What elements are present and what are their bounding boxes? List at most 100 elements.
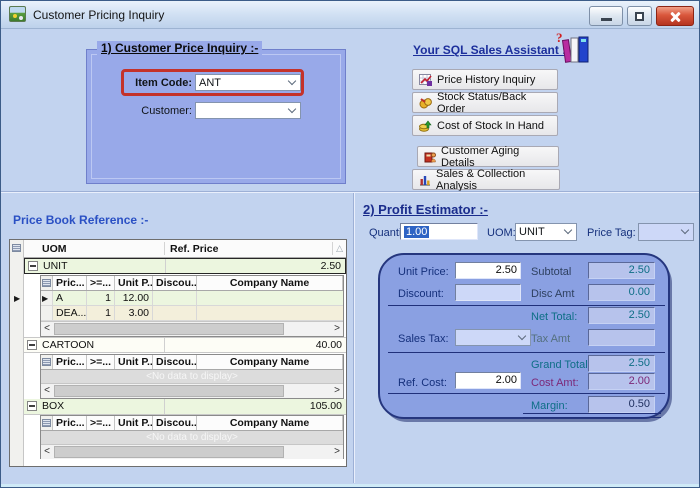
disc-amt-label: Disc Amt (531, 288, 574, 300)
grand-total-label: Grand Total: (531, 359, 591, 371)
collapse-icon[interactable] (28, 261, 38, 271)
tax-amt-label: Tax Amt (531, 333, 570, 345)
table-row[interactable]: ▶ A 1 12.00 (41, 291, 343, 306)
cell-unit-price: 3.00 (115, 306, 153, 320)
sales-assistant-title: Your SQL Sales Assistant :- (413, 43, 570, 57)
horizontal-scrollbar[interactable]: < > (41, 444, 343, 459)
minimize-button[interactable] (589, 6, 623, 26)
inquiry-panel-title: 1) Customer Price Inquiry :- (97, 41, 262, 55)
group-ref-price-value: 2.50 (321, 260, 341, 272)
grid-properties-icon[interactable] (42, 358, 51, 366)
profit-estimator-title: 2) Profit Estimator :- (363, 202, 488, 217)
chevron-down-icon (681, 226, 689, 234)
cell-price-tag: A (53, 291, 87, 305)
cost-of-stock-label: Cost of Stock In Hand (437, 120, 544, 132)
price-tag-column-header[interactable]: Pric... (53, 355, 87, 369)
qty-column-header[interactable]: >=... (87, 355, 115, 369)
subgrid-header-row: Pric... >=... Unit P... Discou... Compan… (41, 276, 343, 291)
price-tag-dropdown[interactable] (638, 223, 694, 241)
cell-company (197, 291, 343, 305)
cartoon-subgrid: Pric... >=... Unit P... Discou... Compan… (40, 354, 344, 399)
grid-properties-icon[interactable] (42, 419, 51, 427)
chevron-down-icon (288, 104, 296, 112)
cell-price-tag: DEA... (53, 306, 87, 320)
price-tag-column-header[interactable]: Pric... (53, 276, 87, 290)
cell-discount (153, 306, 197, 320)
sort-ascending-icon[interactable]: △ (336, 243, 343, 254)
discount-column-header[interactable]: Discou... (153, 355, 197, 369)
scroll-left-icon[interactable]: < (41, 322, 53, 336)
sales-tax-dropdown[interactable] (455, 329, 531, 346)
chevron-down-icon (518, 331, 526, 339)
minimize-icon (601, 18, 612, 21)
net-total-field: 2.50 (588, 307, 655, 324)
discount-input[interactable] (455, 284, 521, 301)
svg-text:?: ? (556, 30, 563, 45)
unit-price-column-header[interactable]: Unit P... (115, 416, 153, 430)
scroll-right-icon[interactable]: > (331, 384, 343, 398)
window-bottom-border (1, 484, 699, 487)
title-bar: Customer Pricing Inquiry (1, 1, 699, 29)
cost-of-stock-button[interactable]: Cost of Stock In Hand (412, 115, 558, 136)
scrollbar-thumb[interactable] (54, 446, 284, 458)
price-history-inquiry-button[interactable]: Price History Inquiry (412, 69, 558, 90)
company-name-column-header[interactable]: Company Name (197, 276, 343, 290)
scroll-left-icon[interactable]: < (41, 445, 53, 459)
maximize-icon (635, 12, 644, 21)
unit-price-input[interactable]: 2.50 (455, 262, 521, 279)
price-book-title: Price Book Reference :- (13, 213, 148, 227)
scroll-left-icon[interactable]: < (41, 384, 53, 398)
maximize-button[interactable] (627, 6, 652, 26)
grid-properties-icon[interactable] (12, 244, 21, 252)
collapse-icon[interactable] (27, 401, 37, 411)
vertical-divider (353, 193, 355, 483)
help-books-icon: ? (554, 30, 594, 64)
scroll-right-icon[interactable]: > (331, 322, 343, 336)
margin-label: Margin: (531, 400, 568, 412)
company-name-column-header[interactable]: Company Name (197, 355, 343, 369)
app-icon (9, 6, 26, 22)
qty-column-header[interactable]: >=... (87, 416, 115, 430)
scrollbar-thumb[interactable] (54, 323, 284, 335)
group-row-box[interactable]: BOX 105.00 (24, 399, 346, 415)
customer-dropdown[interactable] (195, 102, 301, 119)
qty-column-header[interactable]: >=... (87, 276, 115, 290)
uom-value: UNIT (519, 226, 545, 238)
unit-price-column-header[interactable]: Unit P... (115, 355, 153, 369)
discount-label: Discount: (398, 288, 444, 300)
company-name-column-header[interactable]: Company Name (197, 416, 343, 430)
discount-column-header[interactable]: Discou... (153, 416, 197, 430)
stock-status-button[interactable]: Stock Status/Back Order (412, 92, 558, 113)
close-icon (669, 11, 681, 23)
grid-properties-icon[interactable] (42, 279, 51, 287)
group-row-cartoon[interactable]: CARTOON 40.00 (24, 337, 346, 353)
uom-dropdown[interactable]: UNIT (515, 223, 577, 241)
uom-column-header[interactable]: UOM (42, 243, 67, 255)
horizontal-scrollbar[interactable]: < > (41, 383, 343, 398)
close-button[interactable] (656, 6, 694, 26)
stock-status-label: Stock Status/Back Order (437, 91, 551, 115)
scroll-right-icon[interactable]: > (331, 445, 343, 459)
discount-column-header[interactable]: Discou... (153, 276, 197, 290)
price-history-inquiry-label: Price History Inquiry (437, 74, 535, 86)
group-row-unit[interactable]: UNIT 2.50 (24, 258, 346, 274)
net-total-label: Net Total: (531, 311, 577, 323)
subgrid-header-row: Pric... >=... Unit P... Discou... Compan… (41, 416, 343, 431)
group-uom-value: BOX (42, 400, 64, 412)
quantity-input[interactable]: 1.00 (400, 223, 478, 240)
ref-price-column-header[interactable]: Ref. Price (170, 243, 218, 255)
sales-collection-button[interactable]: Sales & Collection Analysis (412, 169, 560, 190)
table-row[interactable]: DEA... 1 3.00 (41, 306, 343, 321)
horizontal-scrollbar[interactable]: < > (41, 321, 343, 336)
scrollbar-thumb[interactable] (54, 385, 284, 397)
item-code-highlight-border (121, 69, 304, 96)
price-tag-column-header[interactable]: Pric... (53, 416, 87, 430)
ref-cost-input[interactable]: 2.00 (455, 372, 521, 389)
margin-field: 0.50 (588, 396, 655, 413)
cost-amt-label: Cost Amt: (531, 377, 579, 389)
unit-price-column-header[interactable]: Unit P... (115, 276, 153, 290)
sales-collection-label: Sales & Collection Analysis (436, 168, 553, 192)
collapse-icon[interactable] (27, 340, 37, 350)
customer-aging-button[interactable]: Customer Aging Details (417, 146, 559, 167)
horizontal-divider (1, 191, 699, 193)
